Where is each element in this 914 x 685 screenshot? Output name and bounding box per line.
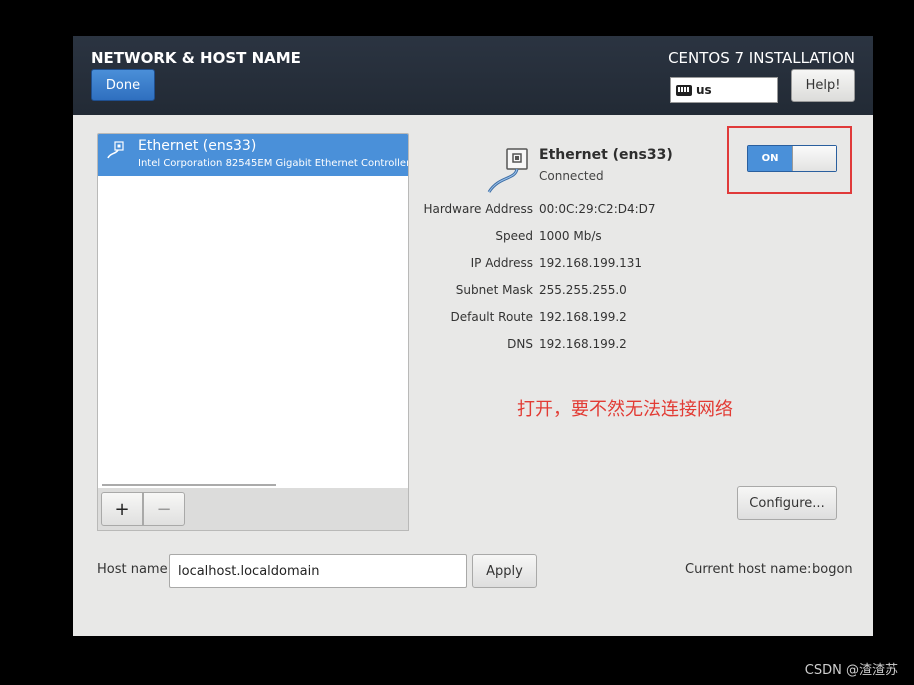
page-title: NETWORK & HOST NAME — [91, 49, 301, 67]
property-value: 00:0C:29:C2:D4:D7 — [539, 202, 656, 216]
property-label: DNS — [507, 337, 533, 351]
keyboard-layout-indicator[interactable]: us — [670, 77, 778, 103]
property-value: 255.255.255.0 — [539, 283, 627, 297]
configure-button[interactable]: Configure... — [737, 486, 837, 520]
property-value: 192.168.199.2 — [539, 310, 627, 324]
remove-device-button[interactable]: − — [143, 492, 185, 526]
hostname-label: Host name: — [97, 562, 172, 577]
property-value: 192.168.199.131 — [539, 256, 643, 270]
switch-knob[interactable] — [792, 146, 836, 171]
installation-title: CENTOS 7 INSTALLATION — [668, 49, 855, 67]
keyboard-layout-label: us — [696, 83, 712, 97]
property-row-subnet-mask: Subnet Mask 255.255.255.0 — [403, 283, 703, 310]
current-hostname-label: Current host name: — [685, 562, 812, 577]
device-list-toolbar: + − — [97, 488, 409, 531]
ethernet-icon — [107, 141, 124, 159]
property-row-ip-address: IP Address 192.168.199.131 — [403, 256, 703, 283]
hostname-input[interactable] — [169, 554, 467, 588]
installer-window: NETWORK & HOST NAME Done CENTOS 7 INSTAL… — [73, 36, 873, 636]
add-device-button[interactable]: + — [101, 492, 143, 526]
device-list: Ethernet (ens33) Intel Corporation 82545… — [97, 133, 409, 490]
watermark: CSDN @渣渣苏 — [804, 663, 898, 678]
horizontal-scrollbar[interactable] — [102, 484, 276, 486]
property-label: IP Address — [470, 256, 533, 270]
ethernet-icon — [487, 148, 528, 193]
done-button[interactable]: Done — [91, 69, 155, 101]
property-value: 1000 Mb/s — [539, 229, 602, 243]
device-properties: Hardware Address 00:0C:29:C2:D4:D7 Speed… — [403, 202, 703, 364]
property-row-dns: DNS 192.168.199.2 — [403, 337, 703, 364]
device-status: Connected — [539, 169, 604, 183]
property-row-default-route: Default Route 192.168.199.2 — [403, 310, 703, 337]
property-value: 192.168.199.2 — [539, 337, 627, 351]
apply-button[interactable]: Apply — [472, 554, 537, 588]
header-bar: NETWORK & HOST NAME Done CENTOS 7 INSTAL… — [73, 36, 873, 115]
annotation-note: 打开，要不然无法连接网络 — [517, 399, 733, 420]
property-label: Default Route — [450, 310, 534, 324]
connection-toggle-switch[interactable]: ON — [747, 145, 837, 172]
property-row-hardware-address: Hardware Address 00:0C:29:C2:D4:D7 — [403, 202, 703, 229]
keyboard-icon — [676, 84, 692, 96]
switch-on-label: ON — [748, 146, 792, 171]
device-list-item-ens33[interactable]: Ethernet (ens33) Intel Corporation 82545… — [98, 134, 408, 176]
device-name: Ethernet (ens33) — [539, 147, 673, 163]
device-list-item-name: Ethernet (ens33) — [138, 138, 257, 154]
property-label: Subnet Mask — [455, 283, 533, 297]
current-hostname-value: bogon — [812, 562, 853, 577]
device-list-item-description: Intel Corporation 82545EM Gigabit Ethern… — [138, 158, 409, 169]
help-button[interactable]: Help! — [791, 69, 855, 102]
property-label: Speed — [495, 229, 533, 243]
property-label: Hardware Address — [423, 202, 533, 216]
property-row-speed: Speed 1000 Mb/s — [403, 229, 703, 256]
